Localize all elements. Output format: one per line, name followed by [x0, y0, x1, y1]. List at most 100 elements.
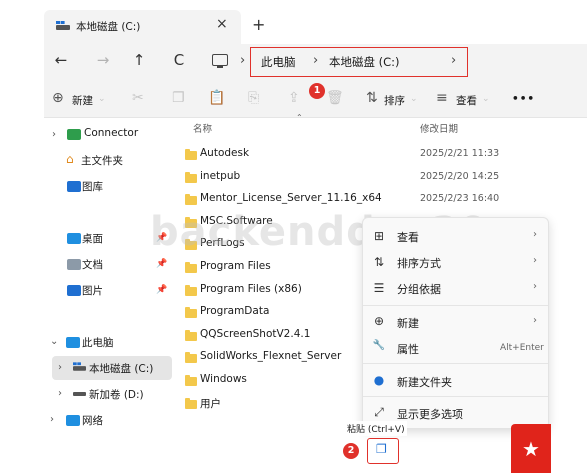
file-row[interactable]: 用户: [180, 395, 360, 415]
gallery-icon: [67, 181, 81, 192]
back-button[interactable]: ←: [50, 51, 72, 69]
file-row[interactable]: Program Files: [180, 259, 360, 279]
column-header-modified[interactable]: 修改日期: [420, 121, 458, 135]
sidebar-item-documents[interactable]: 文档: [82, 257, 103, 272]
chevron-right-icon[interactable]: ›: [451, 53, 456, 68]
folder-icon: [185, 171, 197, 183]
menu-item-group-by[interactable]: 分组依据: [397, 281, 441, 297]
sort-icon: ⇅: [373, 255, 385, 269]
file-name: QQScreenShotV2.4.1: [200, 327, 311, 340]
plus-circle-icon: ⊕: [52, 90, 64, 106]
command-bar: ⊕ 新建 ⌄ ✂ ❐ 📋 ⎘ ⇪ 🗑 1 ⇅ 排序 ⌄ ≡ 查看 ⌄ •••: [44, 82, 587, 118]
delete-icon[interactable]: 🗑: [326, 90, 344, 106]
chevron-right-icon: ›: [533, 281, 537, 292]
up-button[interactable]: ↑: [128, 51, 150, 69]
breadcrumb-this-pc[interactable]: 此电脑: [261, 54, 296, 70]
new-folder-icon: ●: [373, 373, 385, 387]
this-pc-icon: [66, 337, 80, 348]
menu-item-show-more-options[interactable]: 显示更多选项: [397, 406, 463, 422]
collapse-chevron-icon[interactable]: ⌄: [50, 336, 58, 347]
file-name: 用户: [200, 397, 221, 410]
expand-chevron-icon[interactable]: ›: [50, 414, 54, 425]
sidebar-item-network[interactable]: 网络: [82, 413, 103, 428]
file-name: Windows: [200, 373, 247, 385]
breadcrumb-local-disk[interactable]: 本地磁盘 (C:): [329, 54, 400, 70]
new-tab-button[interactable]: +: [252, 15, 265, 34]
sidebar-item-this-pc[interactable]: 此电脑: [82, 335, 114, 350]
menu-item-properties[interactable]: 属性: [397, 341, 419, 357]
folder-icon: [185, 397, 197, 409]
this-pc-icon[interactable]: [212, 54, 228, 68]
file-row[interactable]: Autodesk: [180, 146, 360, 166]
sort-button[interactable]: 排序: [384, 93, 405, 108]
tab-bar: 本地磁盘 (C:) × +: [0, 0, 587, 44]
sidebar-item-local-disk-c[interactable]: 本地磁盘 (C:): [89, 361, 153, 376]
file-name: Autodesk: [200, 147, 250, 159]
paste-icon[interactable]: 📋: [208, 90, 225, 106]
pin-icon[interactable]: 📌: [156, 285, 167, 295]
expand-chevron-icon[interactable]: ›: [52, 129, 56, 140]
sidebar-item-desktop[interactable]: 桌面: [82, 231, 103, 246]
file-row[interactable]: ProgramData: [180, 304, 360, 324]
forward-button[interactable]: →: [92, 51, 114, 69]
sidebar-item-home[interactable]: 主文件夹: [81, 153, 123, 168]
expand-chevron-icon[interactable]: ›: [58, 362, 62, 373]
folder-icon: [185, 149, 197, 160]
file-row[interactable]: inetpub: [180, 169, 360, 189]
view-button[interactable]: 查看: [456, 93, 477, 108]
menu-item-view[interactable]: 查看: [397, 229, 419, 245]
tab-local-disk-c[interactable]: 本地磁盘 (C:) ×: [44, 10, 241, 44]
menu-item-sort-by[interactable]: 排序方式: [397, 255, 441, 271]
breadcrumb[interactable]: 此电脑 › 本地磁盘 (C:) ›: [250, 47, 468, 77]
file-row[interactable]: Program Files (x86): [180, 282, 360, 302]
chevron-down-icon: ⌄: [482, 94, 490, 104]
copy-icon[interactable]: ❐: [172, 90, 185, 106]
drive-icon: [56, 21, 70, 30]
plus-circle-icon: ⊕: [373, 314, 385, 328]
rename-icon[interactable]: ⎘: [248, 90, 259, 106]
close-tab-button[interactable]: ×: [216, 16, 228, 32]
expand-chevron-icon[interactable]: ›: [58, 388, 62, 399]
tab-title: 本地磁盘 (C:): [76, 21, 141, 33]
more-options-icon: ⤢: [374, 405, 384, 419]
context-menu: ⊞ 查看 › ⇅ 排序方式 › ☰ 分组依据 › ⊕ 新建 › 🔧 属性 Alt…: [362, 217, 549, 429]
file-date: 2025/2/23 16:40: [420, 193, 500, 205]
menu-item-new[interactable]: 新建: [397, 315, 419, 331]
sidebar-item-pictures[interactable]: 图片: [82, 283, 103, 298]
new-button[interactable]: 新建: [72, 93, 93, 108]
pictures-icon: [67, 285, 81, 296]
file-row[interactable]: SolidWorks_Flexnet_Server: [180, 349, 360, 369]
drive-icon: [73, 362, 86, 371]
column-header-name[interactable]: 名称: [193, 121, 212, 135]
cut-icon[interactable]: ✂: [132, 90, 144, 106]
address-row: ← → ↑ C › 此电脑 › 本地磁盘 (C:) ›: [44, 44, 587, 82]
file-date: 2025/2/20 14:25: [420, 170, 500, 182]
sort-icon: ⇅: [366, 90, 378, 106]
file-row[interactable]: Windows: [180, 372, 360, 392]
share-icon[interactable]: ⇪: [288, 90, 300, 106]
star-badge-icon: ★: [511, 424, 551, 473]
pin-icon[interactable]: 📌: [156, 259, 167, 269]
sidebar-item-volume-d[interactable]: 新加卷 (D:): [89, 387, 144, 402]
sidebar-item-connector[interactable]: Connector: [84, 127, 138, 139]
chevron-right-icon: ›: [240, 53, 246, 68]
file-name: Program Files: [200, 260, 271, 272]
menu-item-new-folder[interactable]: 新建文件夹: [397, 374, 452, 390]
file-row[interactable]: QQScreenShotV2.4.1: [180, 327, 360, 347]
chevron-right-icon: ›: [533, 229, 537, 240]
step-badge-2: 2: [343, 443, 359, 459]
more-options-button[interactable]: •••: [512, 93, 535, 105]
properties-shortcut: Alt+Enter: [500, 343, 544, 353]
file-name: ProgramData: [200, 305, 270, 318]
file-name: SolidWorks_Flexnet_Server: [200, 350, 342, 363]
sidebar-item-gallery[interactable]: 图库: [82, 179, 103, 194]
chevron-right-icon: ›: [533, 315, 537, 326]
wrench-icon: 🔧: [372, 340, 386, 351]
refresh-button[interactable]: C: [168, 51, 190, 69]
paste-quick-action-button[interactable]: ❐: [367, 438, 399, 464]
file-name: Program Files (x86): [200, 282, 302, 295]
folder-icon: [185, 284, 197, 296]
desktop-icon: [67, 233, 81, 244]
paste-icon: ❐: [376, 442, 387, 456]
view-icon: ≡: [436, 90, 448, 106]
